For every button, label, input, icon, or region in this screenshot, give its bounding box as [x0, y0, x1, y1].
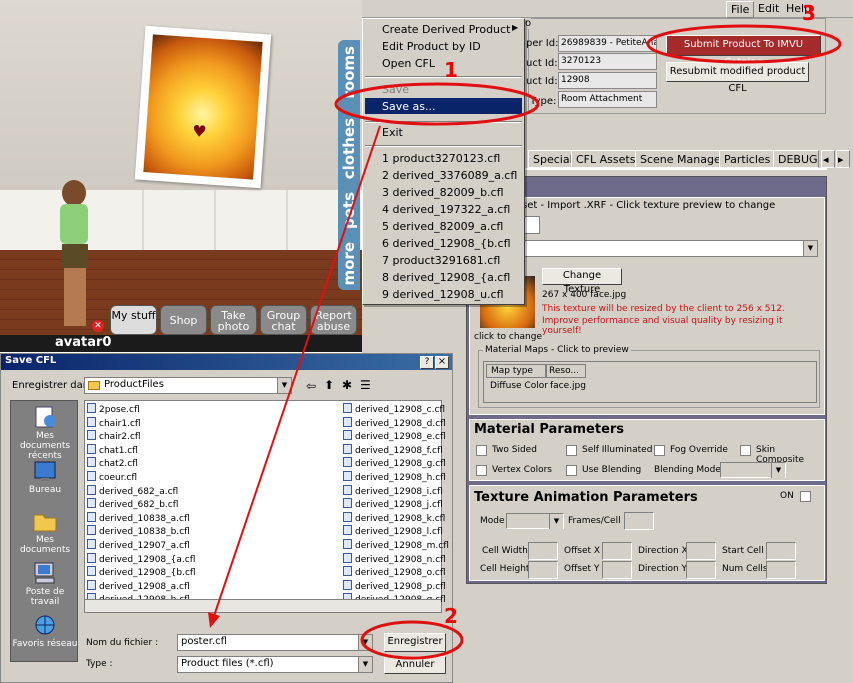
annotation-number-1: 1 — [444, 58, 458, 82]
annotation-oval-submit — [646, 24, 842, 64]
annotation-overlay — [208, 24, 842, 660]
annotation-arrow — [213, 125, 381, 617]
arrow-head-icon — [208, 612, 220, 628]
annotation-oval-save-as — [334, 82, 540, 126]
annotation-number-3: 3 — [802, 1, 816, 25]
annotation-number-2: 2 — [444, 604, 458, 628]
